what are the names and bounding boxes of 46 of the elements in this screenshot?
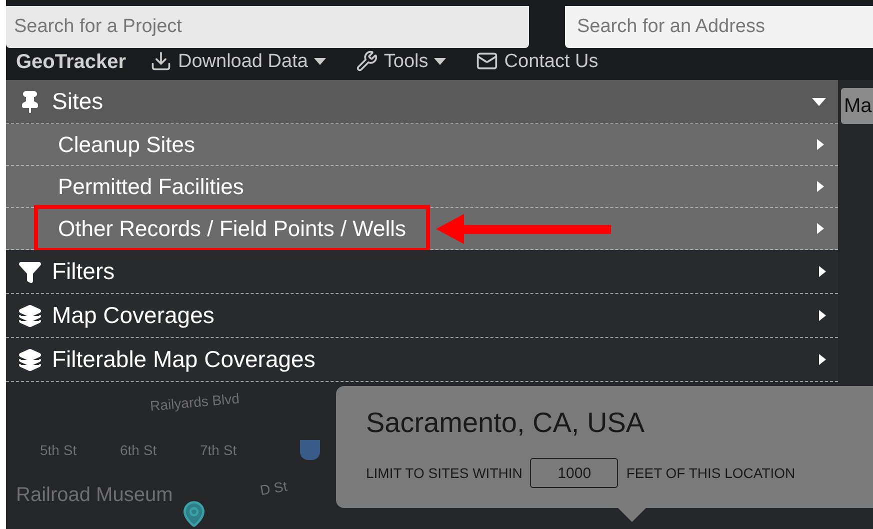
funnel-icon: [18, 260, 42, 284]
wrench-icon: [356, 50, 378, 72]
map-street-label: D St: [258, 476, 289, 500]
map-street-label: 6th St: [120, 441, 157, 460]
nav-link[interactable]: Download Data: [150, 50, 326, 72]
menu-label: Sites: [52, 87, 104, 116]
caret-icon: [819, 354, 826, 365]
menu-label: Filterable Map Coverages: [52, 345, 316, 374]
menu-label: Filters: [52, 257, 115, 286]
caret-icon: [819, 266, 826, 277]
submenu-item[interactable]: Cleanup Sites: [6, 124, 838, 166]
limit-label: LIMIT TO SITES WITHIN: [366, 464, 522, 482]
menu-item[interactable]: Filterable Map Coverages: [6, 338, 838, 382]
radius-field[interactable]: 1000: [530, 458, 618, 488]
submenu-item[interactable]: Permitted Facilities: [6, 166, 838, 208]
address-search-field[interactable]: Search for an Address: [565, 6, 873, 48]
unit-label: FEET OF THIS LOCATION: [626, 464, 796, 482]
download-icon: [150, 50, 172, 72]
caret-icon: [817, 181, 824, 192]
map-street-label: 7th St: [200, 441, 237, 460]
submenu-label: Cleanup Sites: [57, 131, 196, 159]
highway-shield-icon: [300, 440, 320, 460]
caret-icon: [812, 98, 826, 106]
menu-item[interactable]: Map Coverages: [6, 294, 838, 338]
caret-icon: [817, 223, 824, 234]
map-type-button[interactable]: Ma: [841, 88, 873, 124]
project-search-field[interactable]: Search for a Project: [6, 6, 529, 48]
layers-icon: [18, 348, 42, 372]
map-street-label: Railroad Museum: [16, 483, 173, 508]
popup-address: Sacramento, CA, USA: [366, 407, 645, 438]
caret-icon: [434, 58, 446, 64]
map-street-label: 5th St: [40, 441, 77, 460]
menu-label: Map Coverages: [52, 301, 214, 330]
map-street-label: Railyards Blvd: [149, 389, 240, 416]
menu-item[interactable]: Sites: [6, 80, 838, 124]
submenu-item[interactable]: Other Records / Field Points / Wells: [6, 208, 838, 250]
logo-text: GeoTracker: [16, 52, 126, 72]
nav-link[interactable]: Contact Us: [476, 50, 598, 72]
nav-link[interactable]: Tools: [356, 50, 446, 72]
menu-item[interactable]: Filters: [6, 250, 838, 294]
layers-icon: [18, 304, 42, 328]
submenu-label: Permitted Facilities: [57, 173, 245, 201]
caret-icon: [314, 58, 326, 64]
caret-icon: [817, 139, 824, 150]
caret-icon: [819, 310, 826, 321]
mail-icon: [476, 50, 498, 72]
